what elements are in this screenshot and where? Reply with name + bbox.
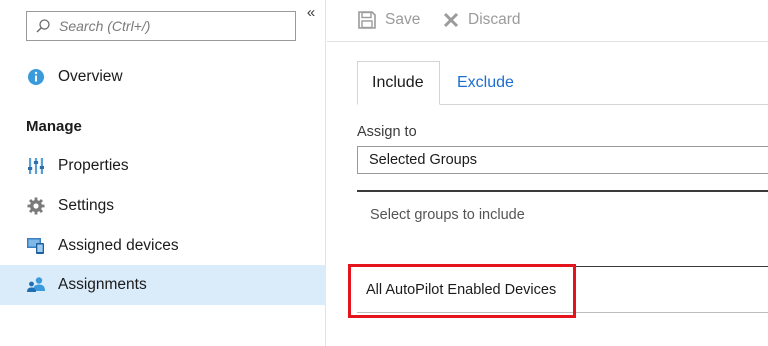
sidebar: « Overview Manage Properties <box>0 0 326 346</box>
sidebar-item-label: Settings <box>58 197 115 214</box>
sidebar-item-properties[interactable]: Properties <box>0 146 326 186</box>
save-icon <box>358 11 376 29</box>
discard-label: Discard <box>468 11 521 28</box>
sidebar-item-assigned-devices[interactable]: Assigned devices <box>0 226 326 266</box>
properties-icon <box>26 156 46 176</box>
assign-to-dropdown[interactable]: Selected Groups <box>357 146 768 174</box>
discard-button[interactable]: Discard <box>442 8 521 32</box>
gear-icon <box>26 196 46 216</box>
tab-include[interactable]: Include <box>357 61 440 105</box>
tab-divider <box>440 104 768 105</box>
search-input[interactable] <box>59 18 279 34</box>
tab-exclude[interactable]: Exclude <box>443 61 528 105</box>
sidebar-item-label: Assignments <box>58 276 147 293</box>
collapse-sidebar-button[interactable]: « <box>302 3 320 23</box>
sidebar-item-settings[interactable]: Settings <box>0 186 326 226</box>
sidebar-item-assignments[interactable]: Assignments <box>0 265 326 305</box>
info-icon <box>26 67 46 87</box>
sidebar-item-label: Assigned devices <box>58 237 179 254</box>
devices-icon <box>26 236 46 256</box>
list-item[interactable]: All AutoPilot Enabled Devices <box>357 267 768 313</box>
sidebar-item-overview[interactable]: Overview <box>0 57 326 97</box>
close-icon <box>443 12 459 28</box>
sidebar-item-label: Overview <box>58 68 123 85</box>
toolbar: Save Discard <box>327 0 768 42</box>
section-title-manage: Manage <box>26 118 82 135</box>
select-groups-link[interactable]: Select groups to include <box>370 207 525 223</box>
sidebar-item-label: Properties <box>58 157 129 174</box>
save-button[interactable]: Save <box>357 8 420 32</box>
assignments-icon <box>26 275 46 295</box>
search-box[interactable] <box>26 11 296 41</box>
divider <box>357 190 768 192</box>
save-label: Save <box>385 11 421 28</box>
assign-to-label: Assign to <box>357 124 417 140</box>
assignments-pane: Save Discard Include Exclude Assign to S… <box>327 0 768 346</box>
search-icon <box>36 19 50 33</box>
